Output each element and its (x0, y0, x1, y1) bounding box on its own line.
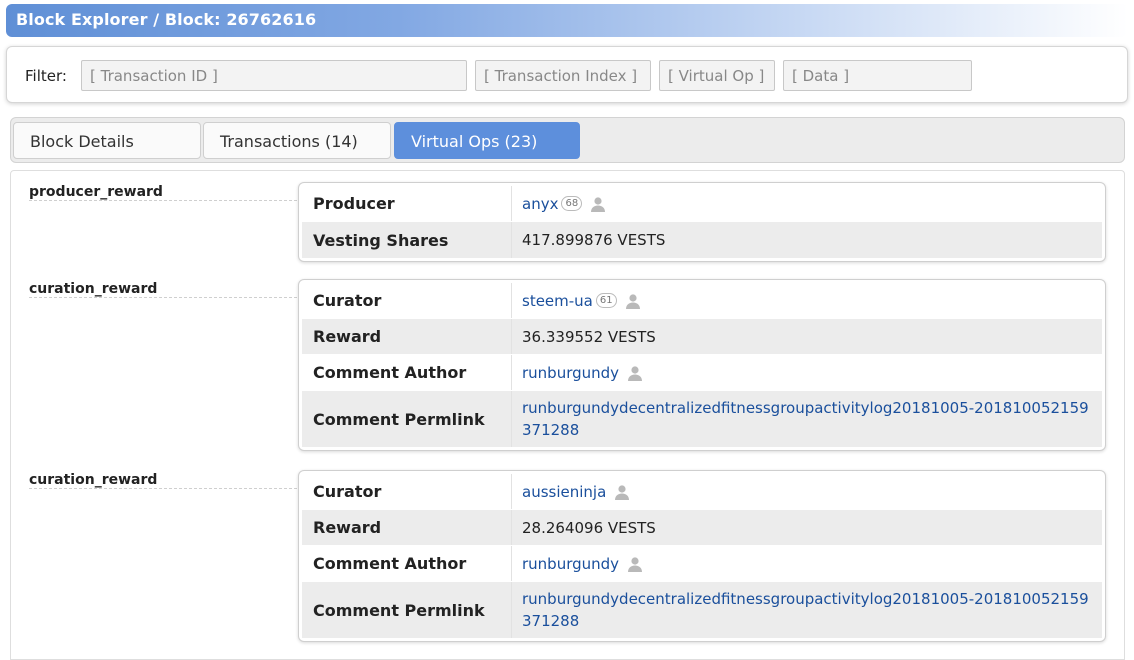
op-name: curation_reward (29, 282, 297, 298)
field-value: anyx 68 (512, 186, 1102, 221)
field-key: Comment Permlink (302, 582, 512, 638)
table-row: Reward 28.264096 VESTS (302, 510, 1102, 546)
field-value: steem-ua 61 (512, 283, 1102, 318)
field-key: Vesting Shares (302, 222, 512, 258)
user-icon[interactable] (627, 365, 643, 381)
tab-virtual-ops[interactable]: Virtual Ops (23) (394, 122, 580, 159)
permlink-line: runburgundydecentralizedfitnessgroupacti… (522, 590, 1089, 608)
virtual-ops-list: producer_reward Producer anyx 68 Vesting… (10, 170, 1125, 660)
table-row: Curator aussieninja (302, 474, 1102, 510)
field-value: aussieninja (512, 474, 1102, 509)
field-key: Reward (302, 510, 512, 545)
user-icon[interactable] (590, 196, 606, 212)
op-card: Curator steem-ua 61 Reward 36.339552 VES… (298, 279, 1106, 451)
user-icon[interactable] (625, 293, 641, 309)
op-name: producer_reward (29, 185, 297, 201)
permlink-line: 371288 (522, 421, 580, 439)
field-key: Reward (302, 319, 512, 354)
field-value: runburgundy (512, 355, 1102, 390)
tab-block-details[interactable]: Block Details (13, 122, 201, 159)
tab-transactions[interactable]: Transactions (14) (203, 122, 391, 159)
field-key: Comment Author (302, 546, 512, 581)
table-row: Comment Permlink runburgundydecentralize… (302, 391, 1102, 447)
producer-link[interactable]: anyx (522, 195, 558, 213)
op-name: curation_reward (29, 473, 297, 489)
user-icon[interactable] (614, 484, 630, 500)
tab-bar: Block Details Transactions (14) Virtual … (10, 117, 1125, 163)
table-row: Curator steem-ua 61 (302, 283, 1102, 319)
comment-author-link[interactable]: runburgundy (522, 555, 619, 573)
curator-link[interactable]: aussieninja (522, 483, 606, 501)
table-row: Reward 36.339552 VESTS (302, 319, 1102, 355)
permlink-line: runburgundydecentralizedfitnessgroupacti… (522, 399, 1089, 417)
field-value: runburgundydecentralizedfitnessgroupacti… (512, 391, 1102, 447)
table-row: Comment Author runburgundy (302, 546, 1102, 582)
reputation-badge: 68 (561, 196, 583, 211)
permlink-line: 371288 (522, 612, 580, 630)
transaction-id-input[interactable] (81, 60, 467, 91)
filter-label: Filter: (25, 67, 67, 85)
table-row: Comment Author runburgundy (302, 355, 1102, 391)
field-value: 28.264096 VESTS (512, 510, 1102, 545)
table-row: Vesting Shares 417.899876 VESTS (302, 222, 1102, 258)
field-key: Comment Author (302, 355, 512, 390)
data-input[interactable] (783, 60, 972, 91)
comment-permlink-link[interactable]: runburgundydecentralizedfitnessgroupacti… (522, 399, 1089, 439)
field-key: Curator (302, 283, 512, 318)
table-row: Comment Permlink runburgundydecentralize… (302, 582, 1102, 638)
field-value: 417.899876 VESTS (512, 222, 1102, 258)
field-value: runburgundy (512, 546, 1102, 581)
comment-permlink-link[interactable]: runburgundydecentralizedfitnessgroupacti… (522, 590, 1089, 630)
comment-author-link[interactable]: runburgundy (522, 364, 619, 382)
user-icon[interactable] (627, 556, 643, 572)
field-key: Comment Permlink (302, 391, 512, 447)
field-value: runburgundydecentralizedfitnessgroupacti… (512, 582, 1102, 638)
op-card: Producer anyx 68 Vesting Shares 417.8998… (298, 182, 1106, 262)
table-row: Producer anyx 68 (302, 186, 1102, 222)
field-key: Producer (302, 186, 512, 221)
curator-link[interactable]: steem-ua (522, 292, 593, 310)
field-value: 36.339552 VESTS (512, 319, 1102, 354)
field-key: Curator (302, 474, 512, 509)
transaction-index-input[interactable] (475, 60, 651, 91)
page-title: Block Explorer / Block: 26762616 (6, 4, 1128, 37)
filter-bar: Filter: (6, 46, 1128, 103)
reputation-badge: 61 (595, 293, 617, 308)
op-card: Curator aussieninja Reward 28.264096 VES… (298, 470, 1106, 642)
virtual-op-input[interactable] (659, 60, 775, 91)
